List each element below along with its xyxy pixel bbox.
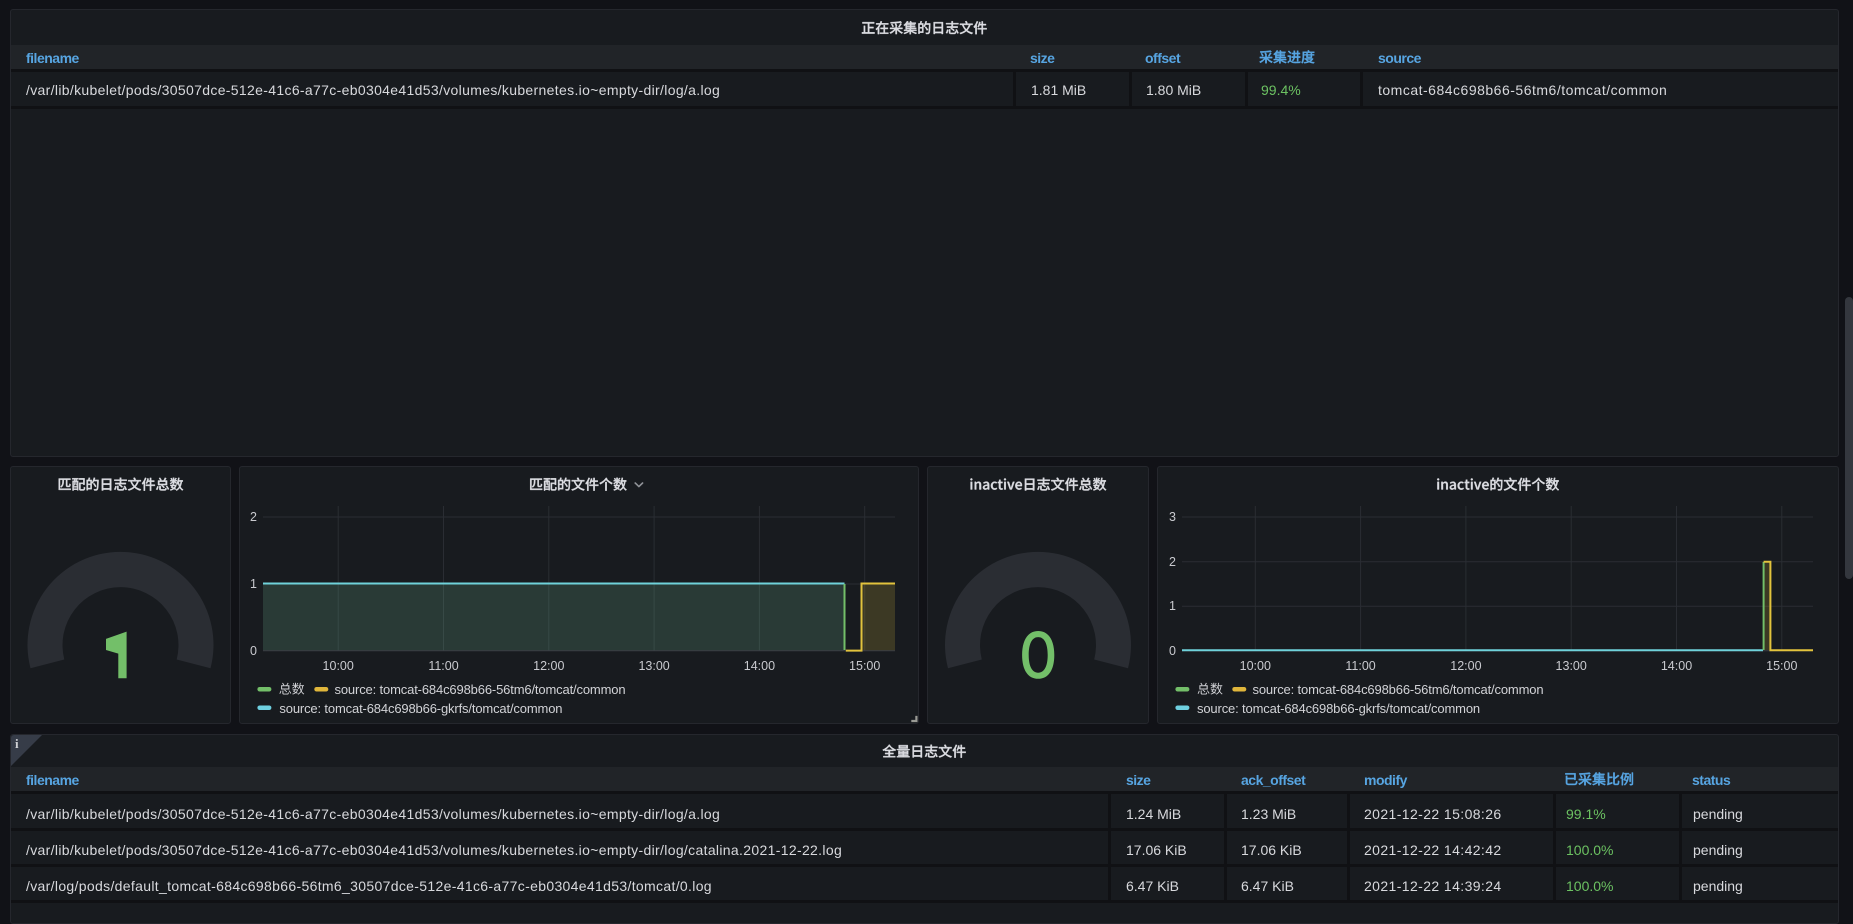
svg-text:i: i bbox=[15, 736, 19, 751]
